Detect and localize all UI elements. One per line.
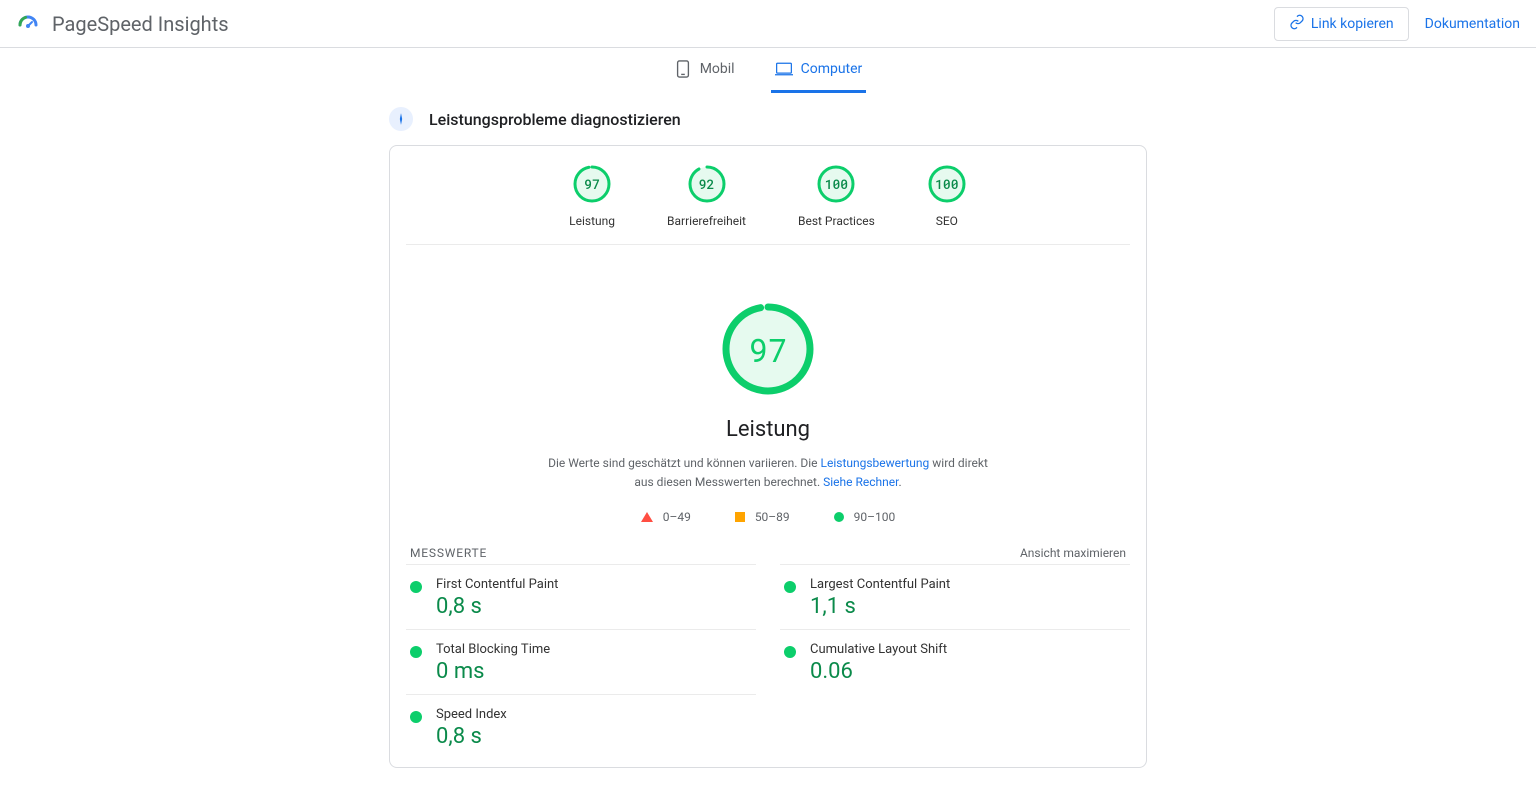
metric-name: Cumulative Layout Shift [810,642,947,657]
gauge-best-practices-label: Best Practices [798,214,875,228]
copy-link-label: Link kopieren [1311,16,1394,32]
performance-detail: 97 Leistung Die Werte sind geschätzt und… [406,245,1130,524]
device-tabs: Mobil Computer [0,48,1536,93]
metric-fcp[interactable]: First Contentful Paint 0,8 s [406,564,756,629]
gauge-seo-label: SEO [936,214,958,228]
triangle-red-icon [641,512,653,522]
status-dot-icon [410,646,422,658]
gauge-seo-ring: 100 [927,164,967,204]
metrics-header: MESSWERTE Ansicht maximieren [406,546,1130,560]
legend-fail-range: 0–49 [663,510,691,524]
metric-lcp[interactable]: Largest Contentful Paint 1,1 s [780,564,1130,629]
metrics-heading: MESSWERTE [410,546,487,560]
legend-fail: 0–49 [641,510,691,524]
compass-icon [389,107,413,131]
legend-avg-range: 50–89 [755,510,790,524]
report-card: 97 Leistung 92 Barrierefreiheit 100 Best… [389,145,1147,768]
gauge-best-practices-ring: 100 [816,164,856,204]
gauge-performance-label: Leistung [569,214,615,228]
gauge-performance[interactable]: 97 Leistung [569,164,615,228]
gauge-accessibility[interactable]: 92 Barrierefreiheit [667,164,746,228]
main-gauge-title: Leistung [406,417,1130,442]
app-header: PageSpeed Insights Link kopieren Dokumen… [0,0,1536,48]
documentation-link[interactable]: Dokumentation [1425,16,1520,32]
main-gauge: 97 [720,301,816,397]
category-gauges: 97 Leistung 92 Barrierefreiheit 100 Best… [406,146,1130,245]
circle-green-icon [834,512,844,522]
main-content: Leistungsprobleme diagnostizieren 97 Lei… [381,93,1155,808]
header-right: Link kopieren Dokumentation [1274,7,1520,41]
copy-link-button[interactable]: Link kopieren [1274,7,1409,41]
gauge-seo[interactable]: 100 SEO [927,164,967,228]
tab-mobile-label: Mobil [700,61,735,77]
square-orange-icon [735,512,745,522]
gauge-accessibility-score: 92 [687,164,727,204]
metric-tbt[interactable]: Total Blocking Time 0 ms [406,629,756,694]
score-legend: 0–49 50–89 90–100 [406,510,1130,524]
desc-text-1: Die Werte sind geschätzt und können vari… [548,456,820,470]
gauge-best-practices-score: 100 [816,164,856,204]
metric-value: 0.06 [810,659,947,684]
legend-pass: 90–100 [834,510,896,524]
tab-mobile[interactable]: Mobil [670,48,739,93]
section-header: Leistungsprobleme diagnostizieren [389,93,1147,145]
metric-value: 1,1 s [810,594,950,619]
header-left: PageSpeed Insights [16,12,229,36]
calculator-link[interactable]: Siehe Rechner [823,475,898,489]
gauge-performance-ring: 97 [572,164,612,204]
mobile-icon [674,60,692,78]
metrics-grid: First Contentful Paint 0,8 s Largest Con… [406,564,1130,759]
gauge-accessibility-label: Barrierefreiheit [667,214,746,228]
main-gauge-score: 97 [720,301,816,397]
status-dot-icon [410,711,422,723]
gauge-best-practices[interactable]: 100 Best Practices [798,164,875,228]
section-title: Leistungsprobleme diagnostizieren [429,110,681,129]
scoring-link[interactable]: Leistungsbewertung [821,456,930,470]
gauge-seo-score: 100 [927,164,967,204]
metric-name: First Contentful Paint [436,577,558,592]
metric-si[interactable]: Speed Index 0,8 s [406,694,756,759]
metric-value: 0,8 s [436,594,558,619]
metric-name: Total Blocking Time [436,642,550,657]
metric-name: Largest Contentful Paint [810,577,950,592]
main-gauge-desc: Die Werte sind geschätzt und können vari… [538,454,998,492]
expand-view-button[interactable]: Ansicht maximieren [1020,546,1126,560]
gauge-performance-score: 97 [572,164,612,204]
app-title: PageSpeed Insights [52,12,229,36]
metric-value: 0,8 s [436,724,507,749]
status-dot-icon [784,581,796,593]
desktop-icon [775,60,793,78]
tab-desktop-label: Computer [801,61,863,77]
metric-name: Speed Index [436,707,507,722]
status-dot-icon [410,581,422,593]
gauge-accessibility-ring: 92 [687,164,727,204]
status-dot-icon [784,646,796,658]
desc-period: . [898,475,901,489]
psi-logo-icon [16,12,40,36]
link-icon [1289,14,1305,34]
metric-value: 0 ms [436,659,550,684]
metric-cls[interactable]: Cumulative Layout Shift 0.06 [780,629,1130,694]
tab-desktop[interactable]: Computer [771,48,867,93]
legend-pass-range: 90–100 [854,510,896,524]
legend-average: 50–89 [735,510,790,524]
